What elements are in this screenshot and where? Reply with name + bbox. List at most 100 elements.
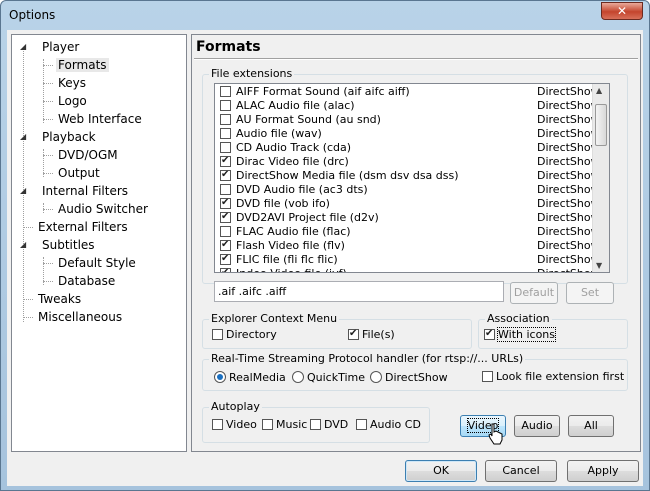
default-button[interactable]: Default [510, 282, 558, 304]
collapse-icon[interactable]: ◢ [20, 186, 29, 195]
list-item[interactable]: DirectShow Media file (dsm dsv dsa dss) D… [215, 169, 600, 183]
format-filter: DirectShow [537, 169, 600, 182]
format-filter: DirectShow [537, 113, 600, 126]
autoplay-audio-cd-checkbox[interactable]: Audio CD [356, 417, 421, 432]
checkbox[interactable] [482, 371, 493, 382]
tree-item-default-style[interactable]: Default Style [58, 255, 136, 271]
tree-item-label: External Filters [38, 220, 128, 234]
directory-checkbox[interactable]: Directory [212, 327, 277, 342]
autoplay-music-checkbox[interactable]: Music [262, 417, 307, 432]
checkbox[interactable] [220, 184, 231, 195]
tree-item-label: Internal Filters [42, 184, 129, 198]
radio[interactable] [292, 371, 304, 383]
checkbox[interactable] [212, 329, 223, 340]
tree-item-external-filters[interactable]: External Filters [38, 219, 128, 235]
collapse-icon[interactable]: ◢ [20, 240, 29, 249]
rtsp-label: Real-Time Streaming Protocol handler (fo… [209, 352, 526, 365]
list-item[interactable]: Dirac Video file (drc) DirectShow [215, 155, 600, 169]
format-name: Audio file (wav) [236, 127, 322, 140]
ok-button[interactable]: OK [405, 460, 477, 482]
list-item[interactable]: Indeo Video file (ivf) DirectShow [215, 267, 600, 272]
look-ext-checkbox[interactable]: Look file extension first [482, 369, 624, 384]
tree-item-web-interface[interactable]: Web Interface [58, 111, 142, 127]
checkbox[interactable] [220, 267, 231, 272]
tree-item-keys[interactable]: Keys [58, 75, 86, 91]
checkbox[interactable] [220, 100, 231, 111]
list-item[interactable]: DVD2AVI Project file (d2v) DirectShow [215, 211, 600, 225]
checkbox[interactable] [310, 419, 321, 430]
checkbox[interactable] [348, 328, 359, 340]
file-extensions-list[interactable]: AIFF Format Sound (aif aifc aiff) DirectS… [214, 83, 610, 273]
close-button[interactable]: ✕ [601, 2, 643, 20]
list-item[interactable]: Audio file (wav) DirectShow [215, 127, 600, 141]
audio-button[interactable]: Audio [514, 415, 560, 437]
directory-label: Directory [226, 328, 277, 341]
apply-button[interactable]: Apply [567, 460, 639, 482]
list-item[interactable]: DVD Audio file (ac3 dts) DirectShow [215, 183, 600, 197]
directshow-label: DirectShow [385, 371, 448, 384]
radio[interactable] [214, 371, 226, 383]
autoplay-video-checkbox[interactable]: Video [212, 417, 257, 432]
checkbox[interactable] [220, 211, 231, 223]
autoplay-label: Autoplay [209, 400, 262, 413]
checkbox[interactable] [262, 419, 273, 430]
checkbox[interactable] [212, 419, 223, 430]
formats-panel: Formats File extensions AIFF Format Soun… [191, 34, 641, 452]
tree-item-output[interactable]: Output [58, 165, 100, 181]
list-item[interactable]: ALAC Audio file (alac) DirectShow [215, 99, 600, 113]
checkbox[interactable] [220, 239, 231, 251]
collapse-icon[interactable]: ◢ [20, 42, 29, 51]
checkbox[interactable] [484, 328, 495, 340]
list-scrollbar[interactable]: ▲ ▼ [592, 84, 609, 272]
tree-item-label: Player [42, 40, 80, 54]
tree-item-label: Playback [42, 130, 96, 144]
with-icons-checkbox[interactable]: With icons [484, 327, 557, 342]
scroll-up-icon[interactable]: ▲ [596, 86, 602, 95]
tree-item-logo[interactable]: Logo [58, 93, 87, 109]
format-name: ALAC Audio file (alac) [236, 99, 355, 112]
directshow-radio[interactable]: DirectShow [370, 369, 448, 385]
list-item[interactable]: AU Format Sound (au snd) DirectShow [215, 113, 600, 127]
scroll-down-icon[interactable]: ▼ [596, 261, 602, 270]
tree-item-audio-switcher[interactable]: Audio Switcher [58, 201, 148, 217]
format-filter: DirectShow [537, 239, 600, 252]
checkbox[interactable] [220, 169, 231, 181]
realmedia-radio[interactable]: RealMedia [214, 369, 286, 385]
checkbox[interactable] [220, 226, 231, 237]
list-item[interactable]: AIFF Format Sound (aif aifc aiff) DirectS… [215, 85, 600, 99]
tree-item-database[interactable]: Database [58, 273, 115, 289]
checkbox[interactable] [220, 142, 231, 153]
tree-item-miscellaneous[interactable]: Miscellaneous [38, 309, 122, 325]
page-title: Formats [196, 39, 261, 55]
title-bar[interactable]: Options ✕ [1, 1, 649, 29]
list-item[interactable]: CD Audio Track (cda) DirectShow [215, 141, 600, 155]
tree-item-formats[interactable]: Formats [56, 57, 109, 73]
all-button[interactable]: All [568, 415, 614, 437]
checkbox[interactable] [220, 86, 231, 97]
checkbox[interactable] [220, 197, 231, 209]
tree-item-label: Web Interface [58, 112, 142, 126]
tree-item-dvd-ogm[interactable]: DVD/OGM [58, 147, 118, 163]
list-item[interactable]: DVD file (vob ifo) DirectShow [215, 197, 600, 211]
checkbox[interactable] [356, 419, 367, 430]
checkbox[interactable] [220, 155, 231, 167]
radio[interactable] [370, 371, 382, 383]
format-name: AIFF Format Sound (aif aifc aiff) [236, 85, 410, 98]
extensions-input[interactable]: .aif .aifc .aiff [214, 281, 504, 302]
autoplay-dvd-checkbox[interactable]: DVD [310, 417, 348, 432]
collapse-icon[interactable]: ◢ [20, 132, 29, 141]
quicktime-radio[interactable]: QuickTime [292, 369, 365, 385]
checkbox[interactable] [220, 114, 231, 125]
options-tree: ◢ Player Formats Keys Logo Web Interface… [11, 34, 187, 452]
list-item[interactable]: FLAC Audio file (flac) DirectShow [215, 225, 600, 239]
files-checkbox[interactable]: File(s) [348, 327, 395, 342]
format-name: CD Audio Track (cda) [236, 141, 352, 154]
checkbox[interactable] [220, 253, 231, 265]
list-item[interactable]: Flash Video file (flv) DirectShow [215, 239, 600, 253]
list-item[interactable]: FLIC file (fli flc flic) DirectShow [215, 253, 600, 267]
checkbox[interactable] [220, 128, 231, 139]
cancel-button[interactable]: Cancel [485, 460, 557, 482]
scroll-thumb[interactable] [595, 104, 607, 146]
tree-item-tweaks[interactable]: Tweaks [38, 291, 81, 307]
set-button[interactable]: Set [566, 282, 614, 304]
